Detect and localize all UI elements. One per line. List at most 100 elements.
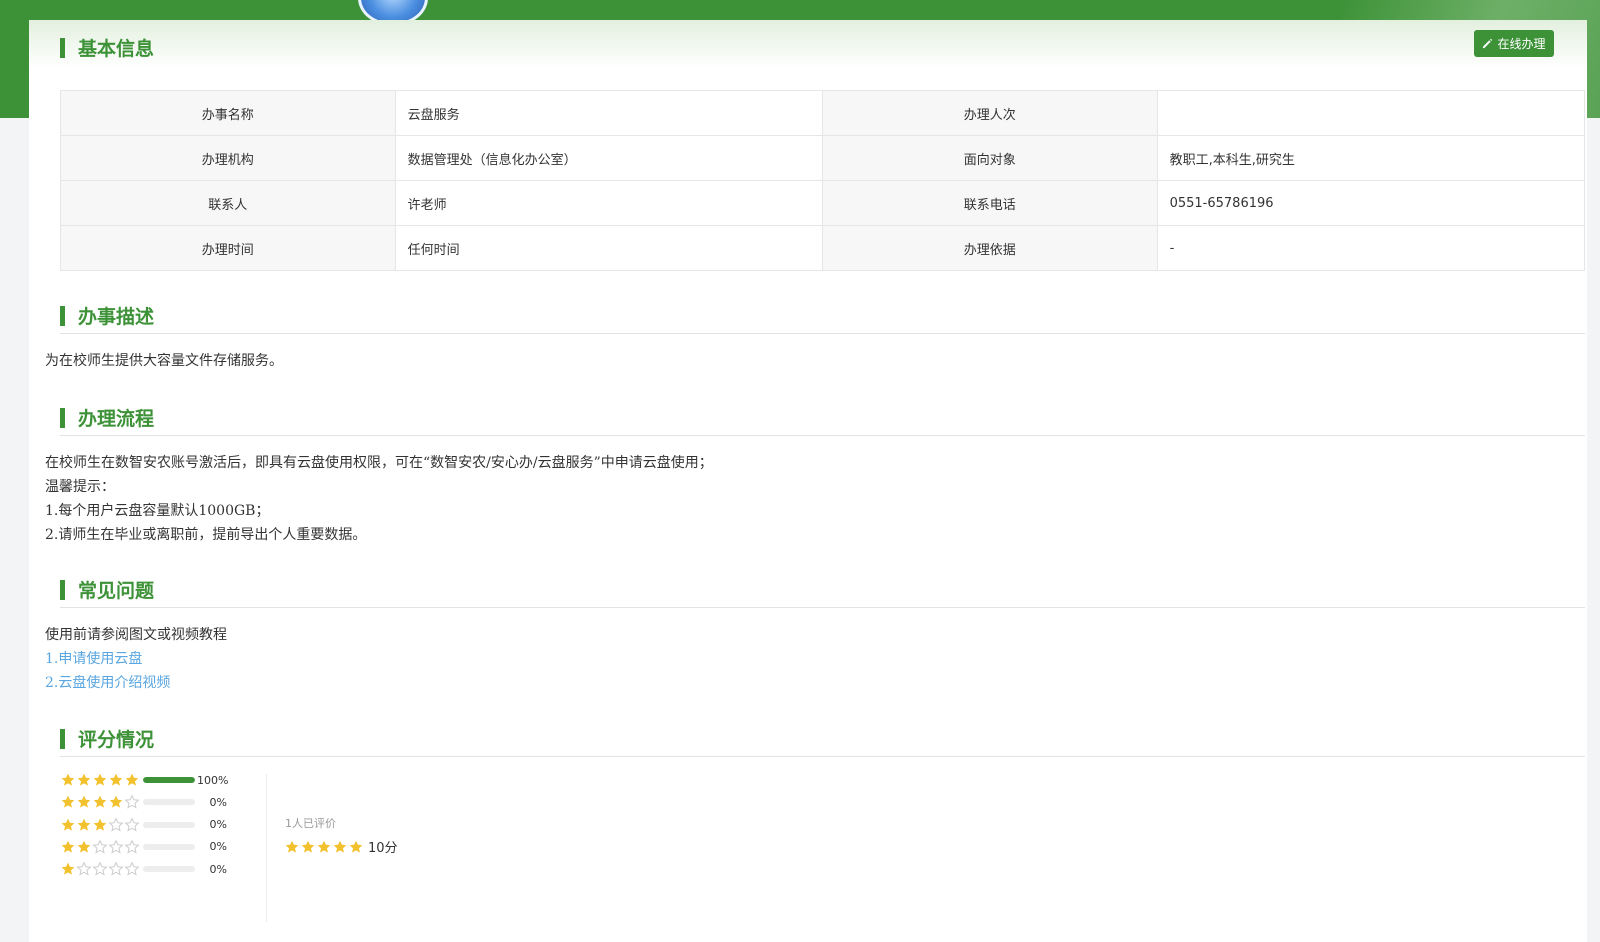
section-marker — [60, 37, 65, 58]
section-marker — [60, 407, 65, 428]
service-detail-card: 基本信息 在线办理 办事名称 云盘服务 办理人次 办理机构 数据管理处（信息化办公室）面… — [29, 20, 1587, 942]
star-filled-icon — [77, 795, 91, 808]
online-apply-label: 在线办理 — [1497, 37, 1546, 51]
info-label: 办理依据 — [821, 225, 1158, 271]
card-header — [29, 20, 1587, 68]
info-label: 办理机构 — [60, 135, 396, 181]
section-title: 基本信息 — [78, 38, 155, 60]
info-label: 办理人次 — [821, 90, 1158, 136]
info-row: 办理时间 任何时间 办理依据 - — [60, 225, 1586, 271]
star-filled-icon — [61, 818, 75, 831]
rating-progress-bar — [143, 799, 195, 806]
rating-row-stars — [60, 817, 140, 833]
star-empty-icon — [108, 817, 124, 832]
star-filled-icon — [333, 840, 347, 853]
info-value — [1156, 90, 1586, 136]
section-marker — [60, 579, 65, 600]
star-filled-icon — [285, 840, 299, 853]
rating-percent: 0% — [209, 818, 227, 832]
rating-row-stars — [60, 772, 140, 788]
star-filled-icon — [77, 818, 91, 831]
rating-row: 0% — [60, 794, 227, 810]
section-marker — [60, 728, 65, 749]
star-filled-icon — [61, 840, 75, 853]
star-filled-icon — [93, 773, 107, 786]
section-marker — [60, 305, 65, 326]
info-value: 云盘服务 — [394, 90, 823, 136]
rating-progress-fill — [143, 777, 195, 783]
info-value: 0551-65786196 — [1156, 180, 1586, 226]
star-filled-icon — [93, 818, 107, 831]
star-filled-icon — [61, 773, 75, 786]
star-empty-icon — [124, 839, 140, 854]
info-value: 数据管理处（信息化办公室） — [394, 135, 823, 181]
rating-row-stars — [60, 839, 140, 855]
info-value: 许老师 — [394, 180, 823, 226]
rating-progress-bar — [143, 777, 195, 783]
basic-info-table: 办事名称 云盘服务 办理人次 办理机构 数据管理处（信息化办公室） 面向对象 教职工,本科生… — [60, 90, 1586, 271]
section-description: 办事描述 — [60, 302, 154, 329]
faq-link-intro-video[interactable]: 2.云盘使用介绍视频 — [45, 671, 227, 695]
section-process: 办理流程 — [60, 404, 154, 431]
star-filled-icon — [77, 773, 91, 786]
star-filled-icon — [77, 840, 91, 853]
description-text: 为在校师生提供大容量文件存储服务。 — [45, 353, 283, 369]
rating-progress-bar — [143, 821, 195, 828]
star-filled-icon — [109, 773, 123, 786]
rated-count: 1人已评价 — [285, 817, 336, 830]
section-title: 常见问题 — [78, 580, 155, 602]
info-value: - — [1156, 225, 1586, 271]
score-value: 10分 — [368, 841, 398, 856]
info-value: 任何时间 — [394, 225, 823, 271]
rating-percent: 0% — [209, 795, 227, 809]
star-empty-icon — [124, 861, 140, 876]
online-apply-button[interactable]: 在线办理 — [1474, 30, 1554, 57]
star-filled-icon — [61, 795, 75, 808]
rating-percent: 0% — [209, 862, 227, 876]
rating-row: 0% — [60, 839, 227, 855]
faq-intro: 使用前请参阅图文或视频教程 — [45, 627, 227, 643]
rating-row-stars — [60, 794, 140, 810]
info-label: 面向对象 — [821, 135, 1158, 181]
star-filled-icon — [317, 840, 331, 853]
rating-row: 0% — [60, 861, 227, 877]
process-line: 1.每个用户云盘容量默认1000GB； — [45, 503, 270, 519]
faq-link-apply-cloud[interactable]: 1.申请使用云盘 — [45, 647, 227, 671]
info-label: 办事名称 — [60, 90, 396, 136]
process-line: 2.请师生在毕业或离职前，提前导出个人重要数据。 — [45, 527, 367, 543]
star-filled-icon — [109, 795, 123, 808]
faq-text: 使用前请参阅图文或视频教程 1.申请使用云盘 2.云盘使用介绍视频 — [45, 623, 227, 695]
star-filled-icon — [93, 795, 107, 808]
rating-row: 100% — [60, 772, 228, 788]
section-title: 评分情况 — [78, 729, 155, 751]
section-faq: 常见问题 — [60, 576, 154, 603]
info-row: 联系人 许老师 联系电话 0551-65786196 — [60, 180, 1586, 226]
section-divider — [60, 756, 1585, 757]
rating-progress-bar — [143, 843, 195, 850]
info-label: 办理时间 — [60, 225, 396, 271]
overall-score: 10分 — [284, 837, 398, 856]
star-empty-icon — [108, 861, 124, 876]
rating-row-stars — [60, 861, 140, 877]
info-label: 联系人 — [60, 180, 396, 226]
star-filled-icon — [125, 773, 139, 786]
star-empty-icon — [124, 794, 140, 809]
rating-divider — [266, 774, 267, 922]
process-line: 温馨提示： — [45, 479, 115, 495]
section-rating: 评分情况 — [60, 725, 154, 752]
rating-percent: 0% — [209, 840, 227, 854]
star-filled-icon — [349, 840, 363, 853]
info-value: 教职工,本科生,研究生 — [1156, 135, 1586, 181]
star-empty-icon — [92, 839, 108, 854]
score-stars — [284, 839, 364, 855]
section-basic-info: 基本信息 — [60, 34, 154, 61]
section-divider — [60, 333, 1585, 334]
star-empty-icon — [108, 839, 124, 854]
info-row: 办事名称 云盘服务 办理人次 — [60, 90, 1586, 136]
process-line: 在校师生在数智安农账号激活后，即具有云盘使用权限，可在“数智安农/安心办/云盘服… — [45, 455, 713, 471]
star-filled-icon — [301, 840, 315, 853]
star-empty-icon — [76, 861, 92, 876]
section-title: 办事描述 — [78, 306, 155, 328]
section-divider — [60, 607, 1585, 608]
star-empty-icon — [92, 861, 108, 876]
